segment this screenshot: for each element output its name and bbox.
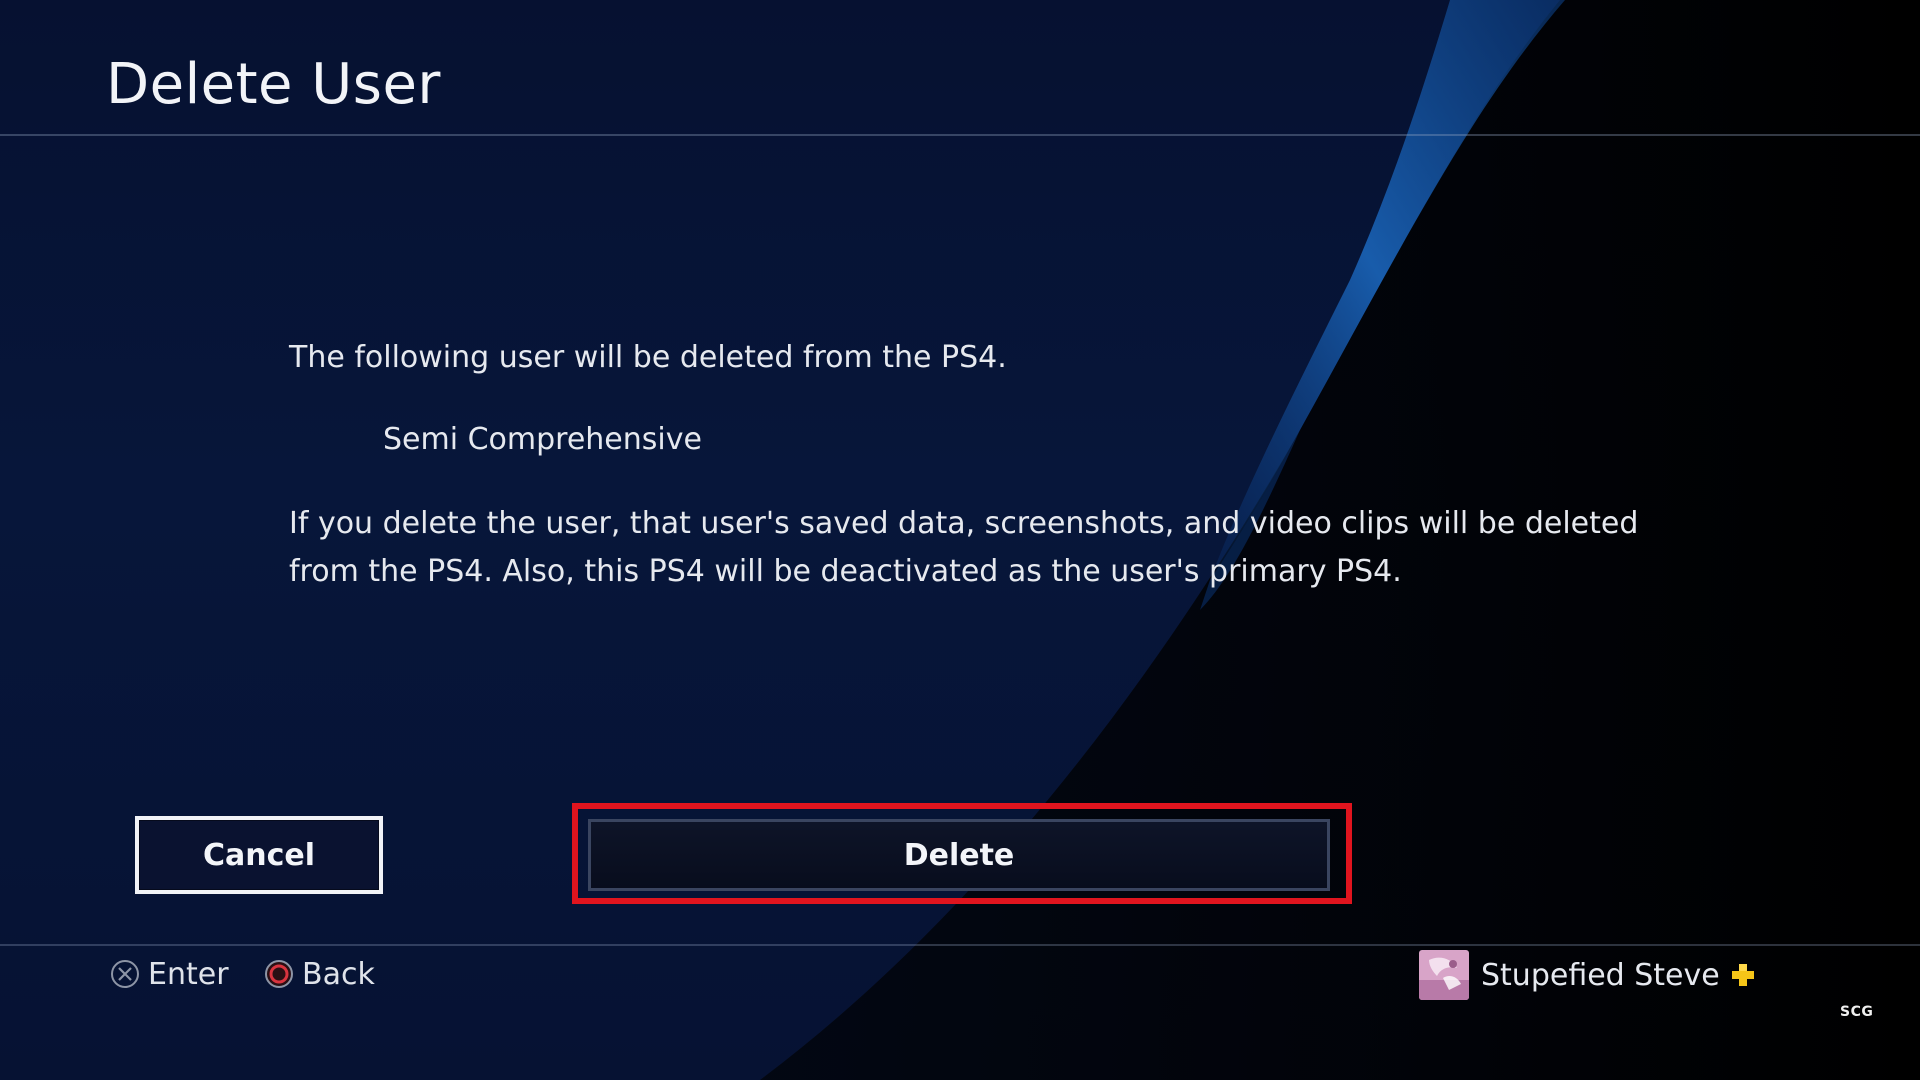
enter-hint: Enter: [110, 952, 229, 996]
circle-button-icon: [265, 960, 293, 988]
user-to-delete-name: Semi Comprehensive: [383, 422, 702, 457]
intro-text: The following user will be deleted from …: [289, 340, 1007, 375]
warning-text: If you delete the user, that user's save…: [289, 506, 1639, 589]
user-name: Stupefied Steve: [1481, 957, 1720, 993]
enter-hint-label: Enter: [148, 956, 229, 992]
back-hint-label: Back: [302, 956, 375, 992]
delete-user-screen: Delete User The following user will be d…: [0, 0, 1920, 1080]
cancel-button[interactable]: Cancel: [135, 816, 383, 894]
signed-in-user: Stupefied Steve: [1419, 950, 1756, 1000]
footer-divider: [0, 944, 1920, 946]
playstation-plus-icon: [1731, 964, 1754, 986]
header-divider: [0, 134, 1920, 136]
back-hint: Back: [264, 952, 375, 996]
cross-button-icon: [111, 960, 139, 988]
watermark-logo: SCG: [1840, 1004, 1874, 1020]
delete-button[interactable]: Delete: [588, 819, 1330, 891]
avatar: [1419, 950, 1469, 1000]
page-title: Delete User: [106, 52, 441, 117]
